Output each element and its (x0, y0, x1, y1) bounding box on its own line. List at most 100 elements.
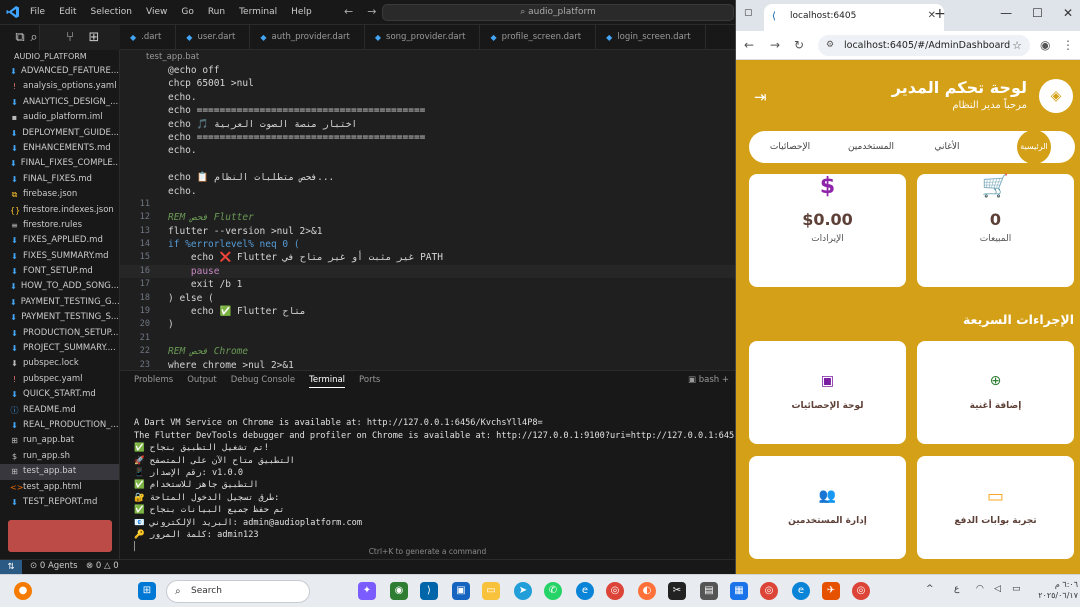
tab-dart[interactable]: ◆ .dart (120, 25, 177, 50)
explorer-file[interactable]: ⧉ firebase.json (0, 187, 119, 202)
quick-action-add-song[interactable]: ⊕ إضافة أغنية (917, 341, 1074, 444)
explorer-file[interactable]: ⬇ FONT_SETUP.md (0, 264, 119, 279)
notification-box[interactable] (8, 520, 112, 552)
app-icon[interactable]: ✈ (822, 582, 840, 600)
remote-icon[interactable]: ⇅ (0, 560, 22, 575)
tab-user-dart[interactable]: ◆ user.dart (176, 25, 251, 50)
weather-widget-icon[interactable]: ● (14, 582, 32, 600)
explorer-file[interactable]: ⬇ PROJECT_SUMMARY.... (0, 341, 119, 356)
explorer-file[interactable]: ! analysis_options.yaml (0, 79, 119, 94)
copilot-icon[interactable]: ✦ (358, 582, 376, 600)
edge-icon[interactable]: e (576, 582, 594, 600)
explorer-file[interactable]: ⬇ DEPLOYMENT_GUIDE... (0, 126, 119, 141)
profile-icon[interactable]: ◉ (1040, 38, 1050, 52)
telegram-icon[interactable]: ➤ (514, 582, 532, 600)
explorer-file[interactable]: ⬇ FIXES_APPLIED.md (0, 233, 119, 248)
tab-profile-screen[interactable]: ◆ profile_screen.dart (480, 25, 597, 50)
tab-song-provider[interactable]: ◆ song_provider.dart (365, 25, 481, 50)
source-control-icon[interactable]: ⑂ (58, 25, 82, 49)
explorer-file[interactable]: ⬇ FINAL_FIXES_COMPLE... (0, 156, 119, 171)
quick-action-manage-users[interactable]: 👥 إدارة المستخدمين (749, 456, 906, 559)
start-button-icon[interactable]: ⊞ (138, 582, 156, 600)
explorer-file[interactable]: ⊞ test_app.bat (0, 464, 119, 480)
command-center[interactable]: ⌕ audio_platform (382, 4, 734, 21)
explorer-file[interactable]: ⊞ run_app.bat (0, 433, 119, 448)
explorer-file[interactable]: ⬇ ADVANCED_FEATURE... (0, 64, 119, 79)
explorer-file[interactable]: ! pubspec.yaml (0, 372, 119, 387)
explorer-file[interactable]: ⬇ TEST_REPORT.md (0, 495, 119, 510)
tab-statistics[interactable]: الإحصائيات (767, 131, 813, 163)
explorer-file[interactable]: ⬇ PAYMENT_TESTING_S... (0, 310, 119, 325)
capcut-icon[interactable]: ✂ (668, 582, 686, 600)
explorer-file[interactable]: ⬇ QUICK_START.md (0, 387, 119, 402)
explorer-file[interactable]: ≡ firestore.rules (0, 218, 119, 233)
vscode-taskbar-icon[interactable]: ⟩ (420, 582, 438, 600)
code-editor[interactable]: @echo off chcp 65001 >nul echo. echo ======… (120, 64, 735, 370)
terminal-output[interactable]: A Dart VM Service on Chrome is available… (134, 405, 734, 554)
quick-action-statistics[interactable]: ▣ لوحة الإحصائيات (749, 341, 906, 444)
forward-arrow-icon[interactable]: → (367, 5, 376, 18)
maximize-icon[interactable]: ☐ (1032, 6, 1043, 20)
menu-go[interactable]: Go (181, 7, 193, 17)
menu-terminal[interactable]: Terminal (239, 7, 277, 17)
tab-home[interactable]: الرئيسية (1017, 130, 1051, 164)
app-icon[interactable]: ▦ (730, 582, 748, 600)
explorer-file[interactable]: <> test_app.html (0, 480, 119, 495)
app-icon[interactable]: ▤ (700, 582, 718, 600)
explorer-file[interactable]: ⬇ pubspec.lock (0, 356, 119, 371)
bookmark-star-icon[interactable]: ☆ (1012, 35, 1022, 56)
explorer-file[interactable]: ⬇ PAYMENT_TESTING_G... (0, 295, 119, 310)
explorer-file[interactable]: {} firestore.indexes.json (0, 203, 119, 218)
clock[interactable]: ٦:٠٦ م ٢٠٢٥/٠٦/١٧ (1030, 579, 1078, 601)
explorer-file[interactable]: ⬇ PRODUCTION_SETUP... (0, 326, 119, 341)
panel-tab-debug-console[interactable]: Debug Console (231, 375, 295, 388)
panel-tab-terminal[interactable]: Terminal (309, 375, 346, 388)
back-icon[interactable]: ← (744, 38, 754, 52)
menu-run[interactable]: Run (208, 7, 225, 17)
explorer-file[interactable]: $ run_app.sh (0, 449, 119, 464)
chrome-taskbar-icon[interactable]: ◎ (606, 582, 624, 600)
browser-tab[interactable]: ⟨ localhost:6405 ✕ (764, 4, 944, 31)
battery-icon[interactable]: ▭ (1012, 584, 1021, 594)
search-activity-icon[interactable]: ⌕ (22, 25, 46, 49)
forward-icon[interactable]: → (770, 38, 780, 52)
panel-tab-output[interactable]: Output (187, 375, 217, 388)
reload-icon[interactable]: ↻ (794, 38, 804, 52)
tray-overflow-icon[interactable]: ^ (926, 584, 934, 594)
site-info-icon[interactable]: ⚙ (826, 35, 834, 56)
edge-icon[interactable]: e (792, 582, 810, 600)
chrome-taskbar-icon[interactable]: ◎ (760, 582, 778, 600)
terminal-shell-selector[interactable]: ▣ bash + (688, 375, 729, 385)
panel-tab-ports[interactable]: Ports (359, 375, 380, 388)
new-tab-icon[interactable]: + (934, 6, 946, 22)
tab-search-icon[interactable]: ▢ (744, 8, 756, 20)
chrome-taskbar-icon[interactable]: ◎ (852, 582, 870, 600)
explorer-file[interactable]: ⬇ FIXES_SUMMARY.md (0, 249, 119, 264)
tab-auth-provider[interactable]: ◆ auth_provider.dart (250, 25, 365, 50)
taskbar-search[interactable]: ⌕ Search (166, 580, 310, 603)
menu-edit[interactable]: Edit (59, 7, 76, 17)
explorer-file[interactable]: ⬇ ENHANCEMENTS.md (0, 141, 119, 156)
app-icon[interactable]: ◉ (390, 582, 408, 600)
menu-help[interactable]: Help (291, 7, 312, 17)
menu-selection[interactable]: Selection (91, 7, 132, 17)
back-arrow-icon[interactable]: ← (344, 5, 353, 18)
menu-file[interactable]: File (30, 7, 45, 17)
wifi-icon[interactable]: ◠ (976, 584, 984, 594)
explorer-file[interactable]: ⬇ REAL_PRODUCTION_... (0, 418, 119, 433)
explorer-file[interactable]: ⓘ README.md (0, 403, 119, 418)
keyboard-language[interactable]: ع (954, 584, 959, 594)
explorer-file[interactable]: ⬇ ANALYTICS_DESIGN_... (0, 95, 119, 110)
problems-status[interactable]: ⊗ 0 △ 0 (86, 561, 119, 571)
quick-action-payment-test[interactable]: ▭ تجربة بوابات الدفع (917, 456, 1074, 559)
whatsapp-icon[interactable]: ✆ (544, 582, 562, 600)
explorer-file[interactable]: ⬇ FINAL_FIXES.md (0, 172, 119, 187)
panel-tab-problems[interactable]: Problems (134, 375, 173, 388)
close-window-icon[interactable]: ✕ (1063, 6, 1073, 20)
address-bar[interactable]: ⚙ localhost:6405/#/AdminDashboard ☆ (818, 35, 1030, 56)
volume-icon[interactable]: ◁ (994, 584, 1001, 594)
explorer-file[interactable]: ⬇ HOW_TO_ADD_SONG... (0, 279, 119, 294)
minimize-icon[interactable]: — (1000, 6, 1012, 20)
extensions-icon[interactable]: ⊞ (82, 25, 106, 49)
logout-icon[interactable]: ⇥ (754, 88, 767, 106)
